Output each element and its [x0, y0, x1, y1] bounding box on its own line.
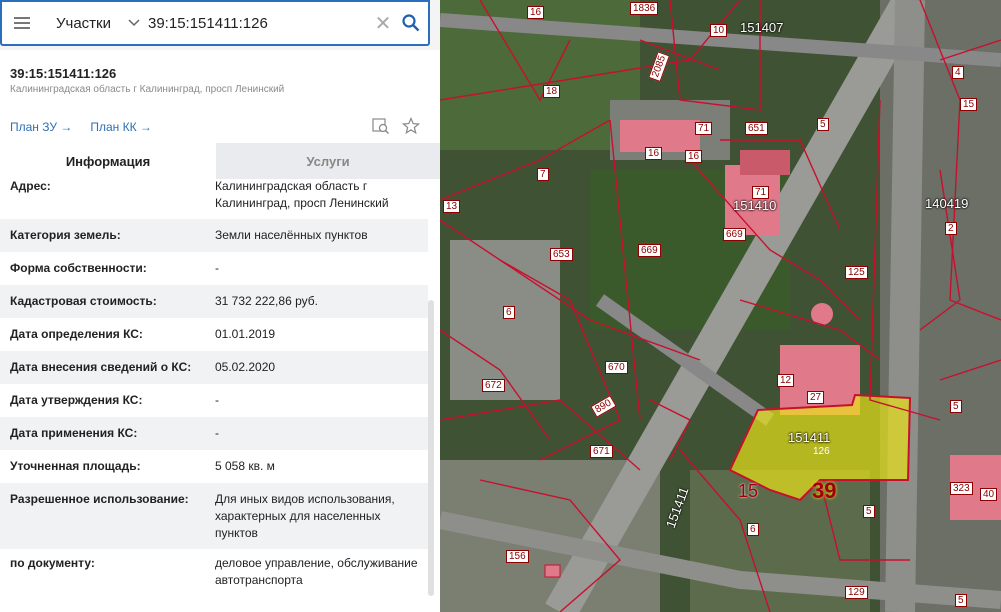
info-row: Уточненная площадь: 5 058 кв. м [0, 450, 428, 483]
info-row: Форма собственности: - [0, 252, 428, 285]
info-value: Земли населённых пунктов [215, 228, 368, 242]
menu-icon[interactable] [2, 2, 42, 44]
info-value: 31 732 222,86 руб. [215, 294, 318, 308]
parcel-label: 4 [952, 66, 964, 79]
info-row: Кадастровая стоимость: 31 732 222,86 руб… [0, 285, 428, 318]
info-key: Дата определения КС: [10, 327, 143, 341]
plan-links: План ЗУ → План КК → [10, 120, 152, 134]
search-icon[interactable] [394, 3, 428, 43]
info-key: Дата утверждения КС: [10, 393, 143, 407]
close-icon[interactable]: ✕ [372, 3, 394, 43]
panel-scrollbar[interactable] [428, 300, 434, 596]
parcel-label: 16 [645, 147, 663, 160]
info-row: Разрешенное использование: Для иных видо… [0, 483, 428, 549]
info-row: Адрес: Калининградская область г Калинин… [0, 178, 428, 219]
parcel-label: 16 [527, 6, 545, 19]
search-bar: Участки ✕ [0, 0, 430, 46]
parcel-label: 156 [506, 550, 529, 563]
info-row: по документу: деловое управление, обслуж… [0, 549, 428, 599]
object-address: Калининградская область г Калининград, п… [10, 84, 285, 95]
parcel-label: 669 [723, 228, 746, 241]
parcel-label: 71 [695, 122, 713, 135]
district-label: 39 [812, 478, 837, 503]
parcel-label: 672 [482, 379, 505, 392]
parcel-label: 6 [747, 523, 759, 536]
tool-icons [372, 116, 421, 135]
info-panel: Участки ✕ 39:15:151411:126 Калининградск… [0, 0, 440, 612]
parcel-label: 7 [537, 168, 549, 181]
parcel-label: 5 [863, 505, 875, 518]
parcel-label: 126 [813, 446, 830, 457]
info-table: Адрес: Калининградская область г Калинин… [0, 178, 428, 599]
info-value: деловое управление, обслуживание автотра… [215, 556, 418, 587]
info-key: Дата внесения сведений о КС: [10, 360, 192, 374]
info-key: по документу: [10, 556, 95, 570]
region-label: 15 [738, 481, 759, 501]
info-value: - [215, 261, 219, 275]
parcel-label: 671 [590, 445, 613, 458]
parcel-label: 71 [752, 186, 770, 199]
info-row: Дата внесения сведений о КС: 05.02.2020 [0, 351, 428, 384]
info-value: - [215, 426, 219, 440]
info-key: Категория земель: [10, 228, 121, 242]
info-row: Дата утверждения КС: - [0, 384, 428, 417]
info-key: Форма собственности: [10, 261, 147, 275]
parcel-label: 13 [443, 200, 461, 213]
tab-info[interactable]: Информация [0, 143, 216, 179]
parcel-label: 653 [550, 248, 573, 261]
parcel-label: 15 [960, 98, 978, 111]
map-canvas[interactable] [440, 0, 1001, 612]
quarter-label: 151411 [788, 430, 831, 445]
parcel-label: 669 [638, 244, 661, 257]
parcel-label: 1836 [630, 2, 659, 15]
parcel-label: 5 [950, 400, 962, 413]
info-key: Уточненная площадь: [10, 459, 141, 473]
info-row: Дата применения КС: - [0, 417, 428, 450]
chevron-down-icon[interactable] [124, 2, 144, 44]
info-key: Разрешенное использование: [10, 492, 189, 506]
parcel-label: 18 [543, 85, 561, 98]
parcel-label: 12 [777, 374, 795, 387]
info-row: Дата определения КС: 01.01.2019 [0, 318, 428, 351]
info-value: 5 058 кв. м [215, 459, 275, 473]
parcel-label: 40 [980, 488, 998, 501]
zoom-to-object-icon[interactable] [372, 117, 390, 135]
parcel-label: 5 [817, 118, 829, 131]
info-value: - [215, 393, 219, 407]
tabs: Информация Услуги [0, 143, 440, 179]
plan-kk-link[interactable]: План КК → [90, 120, 152, 134]
parcel-label: 125 [845, 266, 868, 279]
tab-services[interactable]: Услуги [216, 143, 440, 179]
info-row: Категория земель: Земли населённых пункт… [0, 219, 428, 252]
cadastral-map[interactable]: 151407 151410 140419 151411 151411 126 3… [440, 0, 1001, 612]
info-key: Адрес: [10, 179, 51, 193]
info-key: Кадастровая стоимость: [10, 294, 157, 308]
object-title: 39:15:151411:126 [10, 66, 117, 81]
parcel-label: 27 [807, 391, 825, 404]
info-value: Для иных видов использования, характерны… [215, 492, 395, 540]
star-icon[interactable] [401, 116, 421, 135]
parcel-label: 5 [955, 594, 967, 607]
parcel-label: 16 [685, 150, 703, 163]
quarter-label: 151407 [740, 20, 784, 35]
plan-zu-link[interactable]: План ЗУ → [10, 120, 72, 134]
search-input[interactable] [144, 3, 372, 43]
parcel-label: 2 [945, 222, 957, 235]
parcel-label: 10 [710, 24, 728, 37]
quarter-label: 151410 [733, 198, 777, 213]
parcel-label: 6 [503, 306, 515, 319]
quarter-label: 140419 [925, 196, 969, 211]
search-type-select[interactable]: Участки [42, 15, 124, 32]
parcel-label: 670 [605, 361, 628, 374]
info-value: Калининградская область г Калининград, п… [215, 179, 389, 210]
info-value: 05.02.2020 [215, 360, 276, 374]
info-value: 01.01.2019 [215, 327, 276, 341]
info-key: Дата применения КС: [10, 426, 138, 440]
parcel-label: 651 [745, 122, 768, 135]
parcel-label: 129 [845, 586, 868, 599]
parcel-label: 323 [950, 482, 973, 495]
